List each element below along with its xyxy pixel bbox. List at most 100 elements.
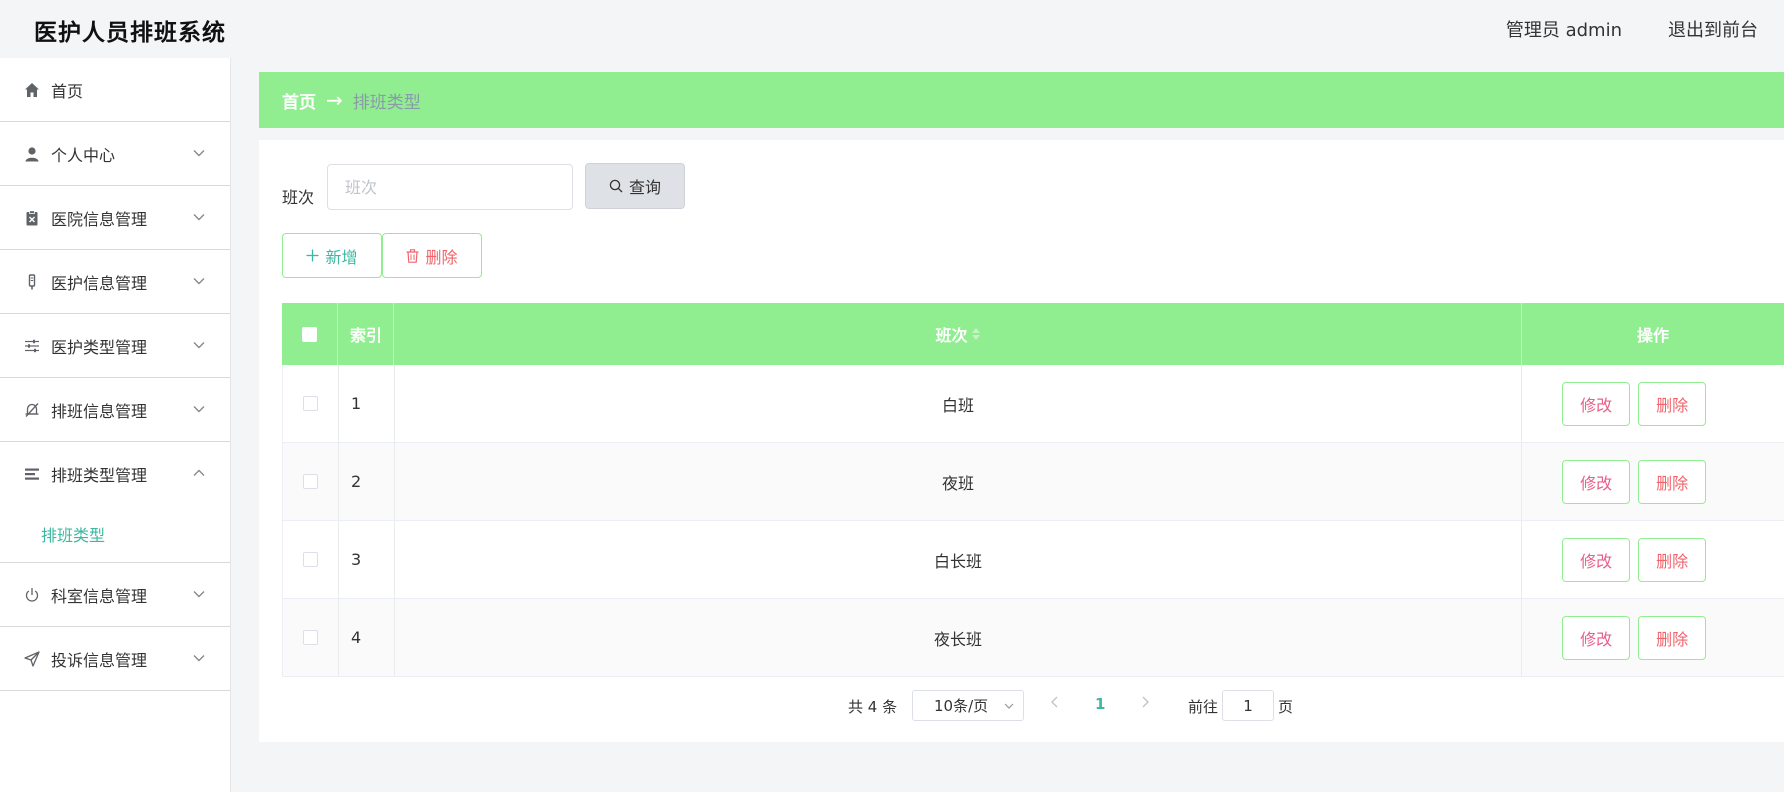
- page-size-value: 10条/页: [934, 697, 989, 715]
- header-ops: 操作: [1636, 326, 1669, 345]
- breadcrumb-current: 排班类型: [352, 92, 421, 113]
- table-body: 1 白班 修改 删除 2 夜班 修改 删除 3 白长班 修改 删除 4 夜长班 …: [282, 365, 1784, 677]
- chevron-down-icon: [193, 150, 205, 157]
- sidebar-subitem-schedule-type[interactable]: 排班类型: [0, 506, 230, 562]
- header-index: 索引: [338, 303, 394, 365]
- header-name-label: 班次: [935, 326, 968, 345]
- user-info: 管理员 admin: [1505, 20, 1622, 41]
- batch-delete-button-label: 删除: [425, 247, 458, 267]
- chevron-down-icon: [193, 214, 205, 221]
- edit-button[interactable]: 修改: [1562, 459, 1631, 504]
- sidebar-item-complaint-info[interactable]: 投诉信息管理: [0, 627, 230, 691]
- row-name: 白长班: [395, 521, 1523, 598]
- sidebar-item-label: 投诉信息管理: [51, 650, 148, 670]
- delete-button[interactable]: 删除: [1638, 459, 1707, 504]
- next-page-button[interactable]: [1139, 693, 1151, 714]
- trash-icon: [406, 248, 419, 263]
- row-index: 4: [339, 599, 395, 676]
- chevron-down-icon: [193, 655, 205, 662]
- prev-page-button[interactable]: [1049, 693, 1061, 714]
- edit-button[interactable]: 修改: [1562, 615, 1631, 660]
- delete-button[interactable]: 删除: [1638, 381, 1707, 426]
- send-icon: [23, 650, 41, 668]
- sidebar-item-label: 医院信息管理: [51, 209, 148, 229]
- row-name: 夜班: [395, 443, 1523, 520]
- table-row: 1 白班 修改 删除: [283, 365, 1784, 443]
- page-number[interactable]: 1: [1095, 695, 1105, 713]
- delete-button[interactable]: 删除: [1638, 537, 1707, 582]
- query-button-label: 查询: [628, 178, 661, 197]
- table-row: 3 白长班 修改 删除: [283, 521, 1784, 599]
- sidebar-item-department-info[interactable]: 科室信息管理: [0, 563, 230, 627]
- user-icon: [23, 145, 41, 163]
- sidebar-item-medical-staff-info[interactable]: 医护信息管理: [0, 250, 230, 314]
- sidebar-item-personal-center[interactable]: 个人中心: [0, 122, 230, 186]
- home-icon: [23, 81, 41, 99]
- bell-off-icon: [23, 401, 41, 419]
- query-button[interactable]: 查询: [585, 163, 685, 209]
- power-icon: [23, 586, 41, 604]
- plus-icon: [306, 249, 319, 262]
- chevron-right-icon: [1142, 696, 1149, 708]
- add-button-label: 新增: [325, 247, 358, 267]
- row-index: 3: [339, 521, 395, 598]
- sidebar-item-label: 医护类型管理: [51, 337, 148, 357]
- sidebar-item-schedule-info[interactable]: 排班信息管理: [0, 378, 230, 442]
- row-ops: 修改 删除: [1522, 521, 1784, 598]
- select-all-checkbox[interactable]: [302, 326, 317, 342]
- table-header: 索引 班次 操作: [282, 303, 1784, 365]
- page-suffix: 页: [1278, 698, 1294, 716]
- logout-link[interactable]: 退出到前台: [1668, 16, 1758, 42]
- search-icon: [609, 179, 623, 193]
- row-name: 夜长班: [395, 599, 1523, 676]
- sidebar-item-medical-type[interactable]: 医护类型管理: [0, 314, 230, 378]
- sidebar-item-hospital-info[interactable]: 医院信息管理: [0, 186, 230, 250]
- row-ops: 修改 删除: [1522, 599, 1784, 676]
- app-title: 医护人员排班系统: [34, 20, 226, 46]
- edit-button[interactable]: 修改: [1562, 381, 1631, 426]
- row-checkbox-cell: [283, 443, 339, 520]
- breadcrumb-arrow-icon: →: [326, 88, 343, 112]
- row-ops: 修改 删除: [1522, 443, 1784, 520]
- search-input[interactable]: [327, 164, 573, 210]
- delete-button[interactable]: 删除: [1638, 615, 1707, 660]
- sidebar-item-label: 首页: [51, 81, 84, 101]
- chevron-down-icon: [193, 278, 205, 285]
- pagination: 共 4 条 10条/页 1 前往 页: [259, 690, 1784, 722]
- row-checkbox[interactable]: [302, 630, 318, 645]
- row-checkbox[interactable]: [302, 552, 318, 567]
- add-button[interactable]: 新增: [282, 233, 382, 278]
- sidebar-item-label: 科室信息管理: [51, 586, 148, 606]
- goto-label: 前往: [1188, 698, 1219, 716]
- goto-page-input[interactable]: [1222, 690, 1274, 721]
- edit-button[interactable]: 修改: [1562, 537, 1631, 582]
- batch-delete-button[interactable]: 删除: [382, 233, 482, 278]
- sidebar-item-label: 排班类型管理: [51, 466, 148, 485]
- sidebar: 首页 个人中心 医院信息管理 医护信息管理 医护类型管理 排班信息管理 排班类型…: [0, 58, 231, 792]
- sidebar-item-label: 排班信息管理: [51, 401, 148, 421]
- sidebar-item-schedule-type[interactable]: 排班类型管理: [0, 442, 230, 506]
- sliders-icon: [23, 337, 41, 355]
- thermometer-icon: [23, 273, 41, 291]
- header-name[interactable]: 班次: [394, 303, 1522, 365]
- sidebar-item-label: 个人中心: [51, 145, 116, 165]
- chevron-left-icon: [1051, 696, 1058, 708]
- row-checkbox[interactable]: [302, 396, 318, 411]
- header-checkbox-cell: [282, 303, 338, 365]
- main-content: 首页 → 排班类型 班次 查询 新增 删除 索引 班次: [259, 72, 1784, 742]
- sidebar-item-home[interactable]: 首页: [0, 58, 230, 122]
- top-bar: 医护人员排班系统 管理员 admin 退出到前台: [0, 0, 1784, 56]
- sidebar-item-label: 医护信息管理: [51, 273, 148, 293]
- sidebar-group-schedule-type: 排班类型管理 排班类型: [0, 442, 230, 563]
- row-checkbox-cell: [283, 599, 339, 676]
- page-size-select[interactable]: 10条/页: [912, 690, 1024, 721]
- row-ops: 修改 删除: [1522, 365, 1784, 442]
- row-index: 2: [339, 443, 395, 520]
- breadcrumb-home[interactable]: 首页: [282, 88, 316, 113]
- chevron-down-icon: [193, 342, 205, 349]
- row-name: 白班: [395, 365, 1523, 442]
- sort-icon[interactable]: [971, 328, 980, 340]
- row-checkbox[interactable]: [302, 474, 318, 489]
- chevron-down-icon: [193, 406, 205, 413]
- chevron-down-icon: [193, 591, 205, 598]
